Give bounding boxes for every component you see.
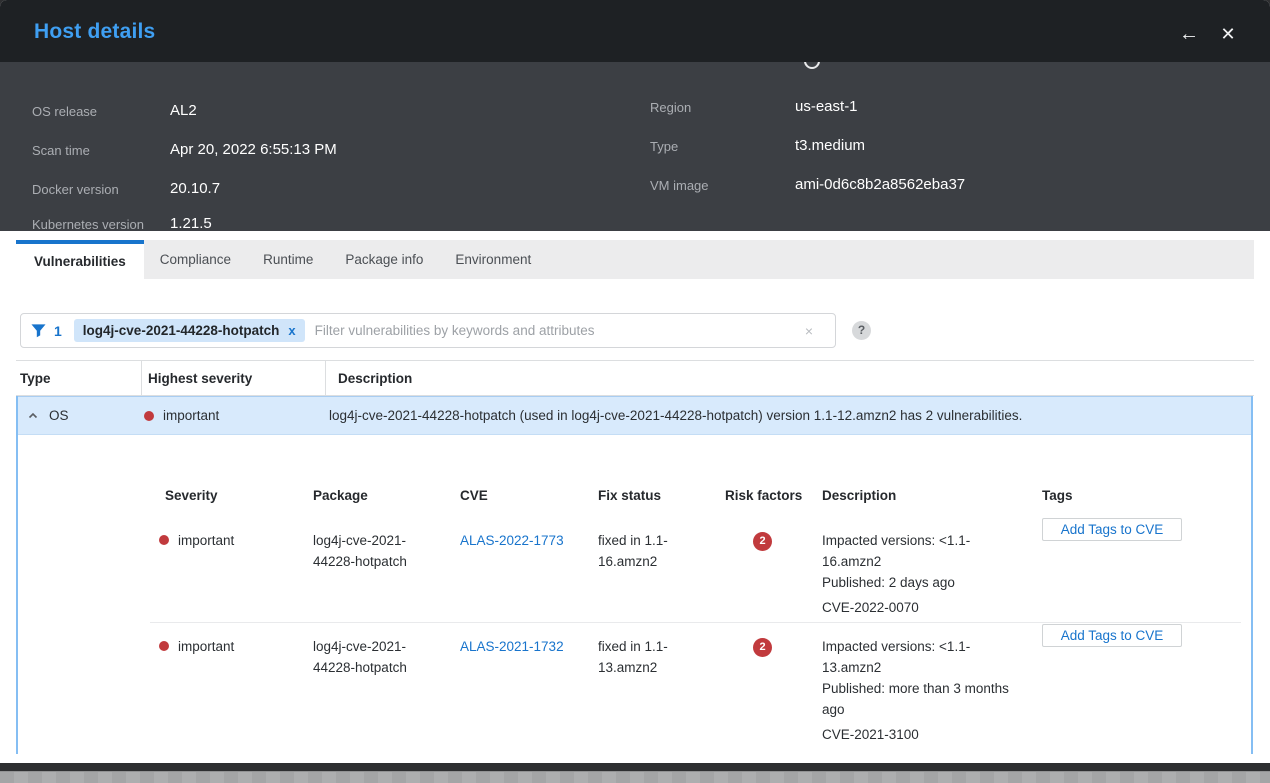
column-header-tags: Tags <box>1042 488 1241 503</box>
host-details-modal: Host details ← ✕ OS release AL2 Scan tim… <box>0 0 1270 763</box>
filter-input[interactable] <box>315 323 805 338</box>
column-header-risk-factors: Risk factors <box>725 488 822 503</box>
background-page-strip <box>0 771 1270 783</box>
info-label: Region <box>650 100 691 115</box>
column-header-description: Description <box>822 488 1042 503</box>
info-row: Kubernetes version 1.21.5 <box>0 215 640 231</box>
cve-impacted-versions: Impacted versions: <1.1- 16.amzn2 <box>822 530 1042 572</box>
column-header-package: Package <box>313 488 460 503</box>
risk-factors-badge[interactable]: 2 <box>753 638 772 657</box>
tab-runtime[interactable]: Runtime <box>247 240 329 279</box>
cve-impacted-versions: Impacted versions: <1.1- 13.amzn2 <box>822 636 1042 678</box>
filter-bar[interactable]: 1 log4j-cve-2021-44228-hotpatch x × <box>20 313 836 348</box>
cve-published: Published: 2 days ago <box>822 572 1042 593</box>
cve-link[interactable]: ALAS-2021-1732 <box>460 639 564 654</box>
column-header-type: Type <box>16 361 141 395</box>
cve-description-cell: Impacted versions: <1.1- 16.amzn2 Publis… <box>822 518 1042 618</box>
column-header-cve: CVE <box>460 488 598 503</box>
tab-package-info[interactable]: Package info <box>329 240 439 279</box>
column-header-fix-status: Fix status <box>598 488 725 503</box>
close-icon[interactable]: ✕ <box>1216 22 1240 46</box>
page-title: Host details <box>34 20 155 44</box>
cve-table-header: Severity Package CVE Fix status Risk fac… <box>150 488 1241 503</box>
tab-environment[interactable]: Environment <box>439 240 547 279</box>
tab-bar: Vulnerabilities Compliance Runtime Packa… <box>16 240 1254 279</box>
clear-filter-icon[interactable]: × <box>805 323 813 339</box>
filter-chip-label: log4j-cve-2021-44228-hotpatch <box>83 323 280 338</box>
filter-count: 1 <box>54 323 62 339</box>
severity-dot-icon <box>159 641 169 651</box>
cve-fix-status: fixed in 1.1- 13.amzn2 <box>598 624 725 745</box>
cve-link[interactable]: ALAS-2022-1773 <box>460 533 564 548</box>
row-type: OS <box>49 408 144 423</box>
table-row-os[interactable]: OS important log4j-cve-2021-44228-hotpat… <box>18 396 1251 435</box>
info-value: ami-0d6c8b2a8562eba37 <box>795 176 965 193</box>
cve-table-row: important log4j-cve-2021- 44228-hotpatch… <box>150 624 1241 745</box>
cve-severity-cell: important <box>150 518 313 618</box>
cloud-provider-icon <box>804 62 820 69</box>
collapse-caret-icon[interactable] <box>26 409 40 423</box>
cve-package: log4j-cve-2021- 44228-hotpatch <box>313 518 460 618</box>
cve-fix-status: fixed in 1.1- 16.amzn2 <box>598 518 725 618</box>
expanded-row-group: OS important log4j-cve-2021-44228-hotpat… <box>16 396 1253 754</box>
cve-severity: important <box>178 530 234 551</box>
cve-severity-cell: important <box>150 624 313 745</box>
filter-chip[interactable]: log4j-cve-2021-44228-hotpatch x <box>74 319 305 342</box>
row-description: log4j-cve-2021-44228-hotpatch (used in l… <box>329 408 1022 423</box>
risk-factors-badge[interactable]: 2 <box>753 532 772 551</box>
info-label: VM image <box>650 178 709 193</box>
modal-header: Host details ← ✕ <box>0 0 1270 62</box>
severity-dot-icon <box>159 535 169 545</box>
tab-compliance[interactable]: Compliance <box>144 240 247 279</box>
cve-severity: important <box>178 636 234 657</box>
cve-package: log4j-cve-2021- 44228-hotpatch <box>313 624 460 745</box>
cve-description-cell: Impacted versions: <1.1- 13.amzn2 Publis… <box>822 624 1042 745</box>
row-divider <box>150 622 1241 623</box>
info-value: us-east-1 <box>795 98 858 115</box>
add-tags-to-cve-button[interactable]: Add Tags to CVE <box>1042 624 1182 647</box>
info-row: Region us-east-1 <box>0 98 1270 116</box>
back-arrow-icon[interactable]: ← <box>1177 22 1201 46</box>
info-value: t3.medium <box>795 137 865 154</box>
info-row: VM image ami-0d6c8b2a8562eba37 <box>0 176 1270 194</box>
severity-dot-icon <box>144 411 154 421</box>
info-label: Type <box>650 139 678 154</box>
cve-published: Published: more than 3 months ago <box>822 678 1042 720</box>
info-row: Type t3.medium <box>0 137 1270 155</box>
help-icon[interactable]: ? <box>852 321 871 340</box>
cve-id: CVE-2022-0070 <box>822 597 1042 618</box>
cve-table-row: important log4j-cve-2021- 44228-hotpatch… <box>150 518 1241 618</box>
column-header-description: Description <box>325 361 1254 395</box>
chip-remove-icon[interactable]: x <box>288 323 295 338</box>
row-severity: important <box>163 408 313 423</box>
info-value: 1.21.5 <box>170 215 212 231</box>
filter-funnel-icon[interactable] <box>31 323 46 338</box>
column-header-severity: Severity <box>150 488 313 503</box>
cve-id: CVE-2021-3100 <box>822 724 1042 745</box>
vulnerability-table-header: Type Highest severity Description <box>16 360 1254 396</box>
column-header-highest-severity: Highest severity <box>141 361 325 395</box>
host-info-panel: OS release AL2 Scan time Apr 20, 2022 6:… <box>0 62 1270 231</box>
info-label: Kubernetes version <box>32 217 144 231</box>
add-tags-to-cve-button[interactable]: Add Tags to CVE <box>1042 518 1182 541</box>
tab-vulnerabilities[interactable]: Vulnerabilities <box>16 240 144 279</box>
